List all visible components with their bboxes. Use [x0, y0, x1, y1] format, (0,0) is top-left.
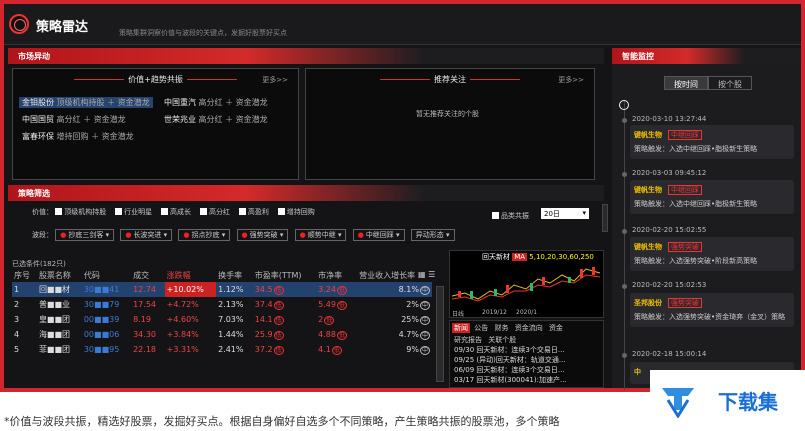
title-bar: 策略雷达 策略集群洞察价值与波段的关键点，发掘好股票好买点 [4, 4, 801, 45]
watch-panel: 推荐关注 更多>> 暂无推荐关注的个股 [305, 68, 595, 180]
wave-option[interactable]: ● 抄底三剑客 ▾ [55, 229, 115, 241]
monitor-panel: 智能监控 按时间 按个股 2020-03-10 13:27:44 键帆生物 中继回… [612, 48, 801, 390]
table-row[interactable]: 3 皇■■团 00■■39 8.19 +4.60% 7.03% 14.1 低 2 低 25% 中 [12, 312, 432, 327]
entry-time: 2020-02-20 15:02:53 [632, 281, 707, 289]
news-item[interactable]: 03/17 回天新材(300041):加速产... [454, 375, 599, 385]
app-window: 策略雷达 策略集群洞察价值与波段的关键点，发掘好股票好买点 市场异动 价值+趋势… [4, 4, 801, 390]
monitor-card[interactable]: 键帆生物 中继回踩 策略触发：入选中继回踩•脂极新生策略 [630, 125, 794, 159]
chart-candles [451, 267, 601, 302]
tab-by-stock[interactable]: 按个股 [708, 76, 752, 90]
tab-report[interactable]: 研究报告 [452, 335, 484, 345]
wave-option[interactable]: 异动形态 ▾ [410, 229, 455, 241]
selected-count: 已选条件(182只) [12, 260, 66, 268]
wave-option[interactable]: ● 中继回踩 ▾ [352, 229, 405, 241]
tab-finance[interactable]: 财务 [492, 323, 510, 333]
filter-checkbox[interactable]: 高盈利 [238, 208, 269, 216]
wave-filter-row: 波段： ● 抄底三剑客 ▾ ● 长波突进 ▾ ● 拐点抄底 ▾ ● 强势突破 ▾ ● 顺势… [32, 229, 459, 241]
radar-logo-icon [9, 14, 29, 34]
tab-news[interactable]: 新闻 [452, 323, 470, 333]
watch-more-link[interactable]: 更多>> [558, 75, 584, 85]
filter-checkbox[interactable]: 行业明星 [115, 208, 152, 216]
watermark-text: 下载集 [718, 390, 778, 414]
hot-item[interactable]: 中国重汽 高分红 ＋ 资金潜龙 [164, 97, 268, 108]
market-header: 市场异动 [8, 48, 604, 64]
watch-empty-text: 暂无推荐关注的个股 [416, 110, 479, 118]
filter-checkbox[interactable]: 高分红 [199, 208, 230, 216]
entry-time: 2020-02-18 15:00:14 [632, 350, 707, 358]
monitor-card[interactable]: 键帆生物 强势突破 策略触发：入选强势突破•阶段新高策略 [630, 237, 794, 271]
period-select[interactable]: 20日 ▾ [541, 208, 589, 219]
wave-option[interactable]: ● 长波突进 ▾ [120, 229, 173, 241]
news-item[interactable]: 09/25 (异动)回天新材：轨道交通... [454, 355, 599, 365]
monitor-card[interactable]: 圣邦股份 强势突破 策略触发：入选强势突破•资金琦弃（金叉）策略 [630, 293, 794, 327]
hot-item[interactable]: 金钼股份 顶级机构持股 ＋ 资金潜龙 [19, 97, 153, 108]
hot-item[interactable]: 中国国贸 高分红 ＋ 资金潜龙 [22, 114, 126, 125]
value-filter-row: 价值： 顶级机构持股 行业明星 高成长 高分红 高盈利 增持回购 [32, 208, 315, 216]
screen-scrollbar[interactable] [602, 204, 608, 232]
clock-icon [619, 100, 629, 110]
watermark: 下载集 [650, 370, 805, 431]
timeline-line [624, 100, 625, 390]
filter-checkbox[interactable]: 顶级机构持股 [55, 208, 106, 216]
hot-title: 价值+趋势共振 [13, 74, 298, 85]
wave-option[interactable]: ● 强势突破 ▾ [236, 229, 289, 241]
screen-header: 策略筛选 [8, 185, 604, 201]
app-title: 策略雷达 [36, 20, 89, 35]
monitor-header: 智能监控 [612, 48, 801, 64]
tab-related[interactable]: 关联个股 [486, 335, 518, 345]
tab-by-time[interactable]: 按时间 [664, 76, 708, 90]
wave-option[interactable]: ● 拐点抄底 ▾ [178, 229, 231, 241]
app-subtitle: 策略集群洞察价值与波段的关键点，发掘好股票好买点 [119, 29, 287, 37]
table-header: 序号 股票名称 代码 成交 涨跌幅 换手率 市盈率(TTM) 市净率 营业收入增… [14, 271, 416, 280]
tab-flow[interactable]: 资金流向 [513, 323, 545, 333]
entry-time: 2020-02-20 15:02:55 [632, 226, 707, 234]
filter-checkbox[interactable]: 高成长 [161, 208, 191, 216]
entry-time: 2020-03-03 09:45:12 [632, 169, 707, 177]
table-scrollbar[interactable] [436, 286, 444, 382]
monitor-card[interactable]: 键帆生物 中继回踩 策略触发：入选中继回踩•脂极新生策略 [630, 180, 794, 214]
entry-time: 2020-03-10 13:27:44 [632, 115, 707, 123]
caption-text: *价值与波段共振，精选好股票，发掘好买点。根据自身偏好自选多个不同策略，产生策略… [4, 415, 560, 428]
hot-item[interactable]: 世荣兆业 高分红 ＋ 资金潜龙 [164, 114, 268, 125]
hot-more-link[interactable]: 更多>> [262, 75, 288, 85]
hot-item[interactable]: 富春环保 增持回购 ＋ 资金潜龙 [22, 131, 134, 142]
table-row[interactable]: 1 回■■材 30■■41 12.74 +10.02% 1.12% 34.5 低 3.24 低 8.… [12, 282, 432, 297]
chart-period[interactable]: 日线 [452, 309, 464, 318]
filter-checkbox[interactable]: 增持回购 [277, 208, 315, 216]
tab-notice[interactable]: 公告 [472, 323, 490, 333]
hot-panel: 价值+趋势共振 更多>> 金钼股份 顶级机构持股 ＋ 资金潜龙 中国重汽 高分红… [12, 68, 299, 180]
watch-title: 推荐关注 [306, 74, 594, 85]
wave-option[interactable]: ● 顺势中继 ▾ [294, 229, 347, 241]
news-item[interactable]: 09/30 回天新材：连续3个交易日... [454, 345, 599, 355]
news-panel: 新闻 公告 财务 资金流向 资金 研究报告 关联个股 09/30 回天新材：连续… [449, 320, 604, 388]
table-row[interactable]: 4 海■■团 00■■06 34.30 +3.84% 1.44% 25.9 低 4.88 低 4.7… [12, 327, 432, 342]
chart-x-left: 2019/12 [482, 309, 507, 316]
stock-table: 序号 股票名称 代码 成交 涨跌幅 换手率 市盈率(TTM) 市净率 营业收入增… [12, 269, 432, 357]
table-row[interactable]: 2 普■■业 30■■79 17.54 +4.72% 2.13% 37.4 低 5.49 低 2% 中 [12, 297, 432, 312]
news-item[interactable]: 06/09 回天新材：连续3个交易日... [454, 365, 599, 375]
kline-chart[interactable]: 回天新材 MA 5,10,20,30,60,250 日线 2019/12 202… [449, 250, 604, 318]
chart-x-right: 2020/1 [516, 309, 538, 316]
news-tabs: 新闻 公告 财务 资金流向 资金 [450, 321, 603, 335]
tab-fund[interactable]: 资金 [547, 323, 565, 333]
download-arrow-icon [662, 388, 694, 418]
only-pool-checkbox[interactable]: 品类共振 [492, 211, 529, 221]
table-row[interactable]: 5 菲■■团 30■■95 22.18 +3.31% 2.41% 37.2 低 4.1 低 9% 中 [12, 342, 432, 357]
